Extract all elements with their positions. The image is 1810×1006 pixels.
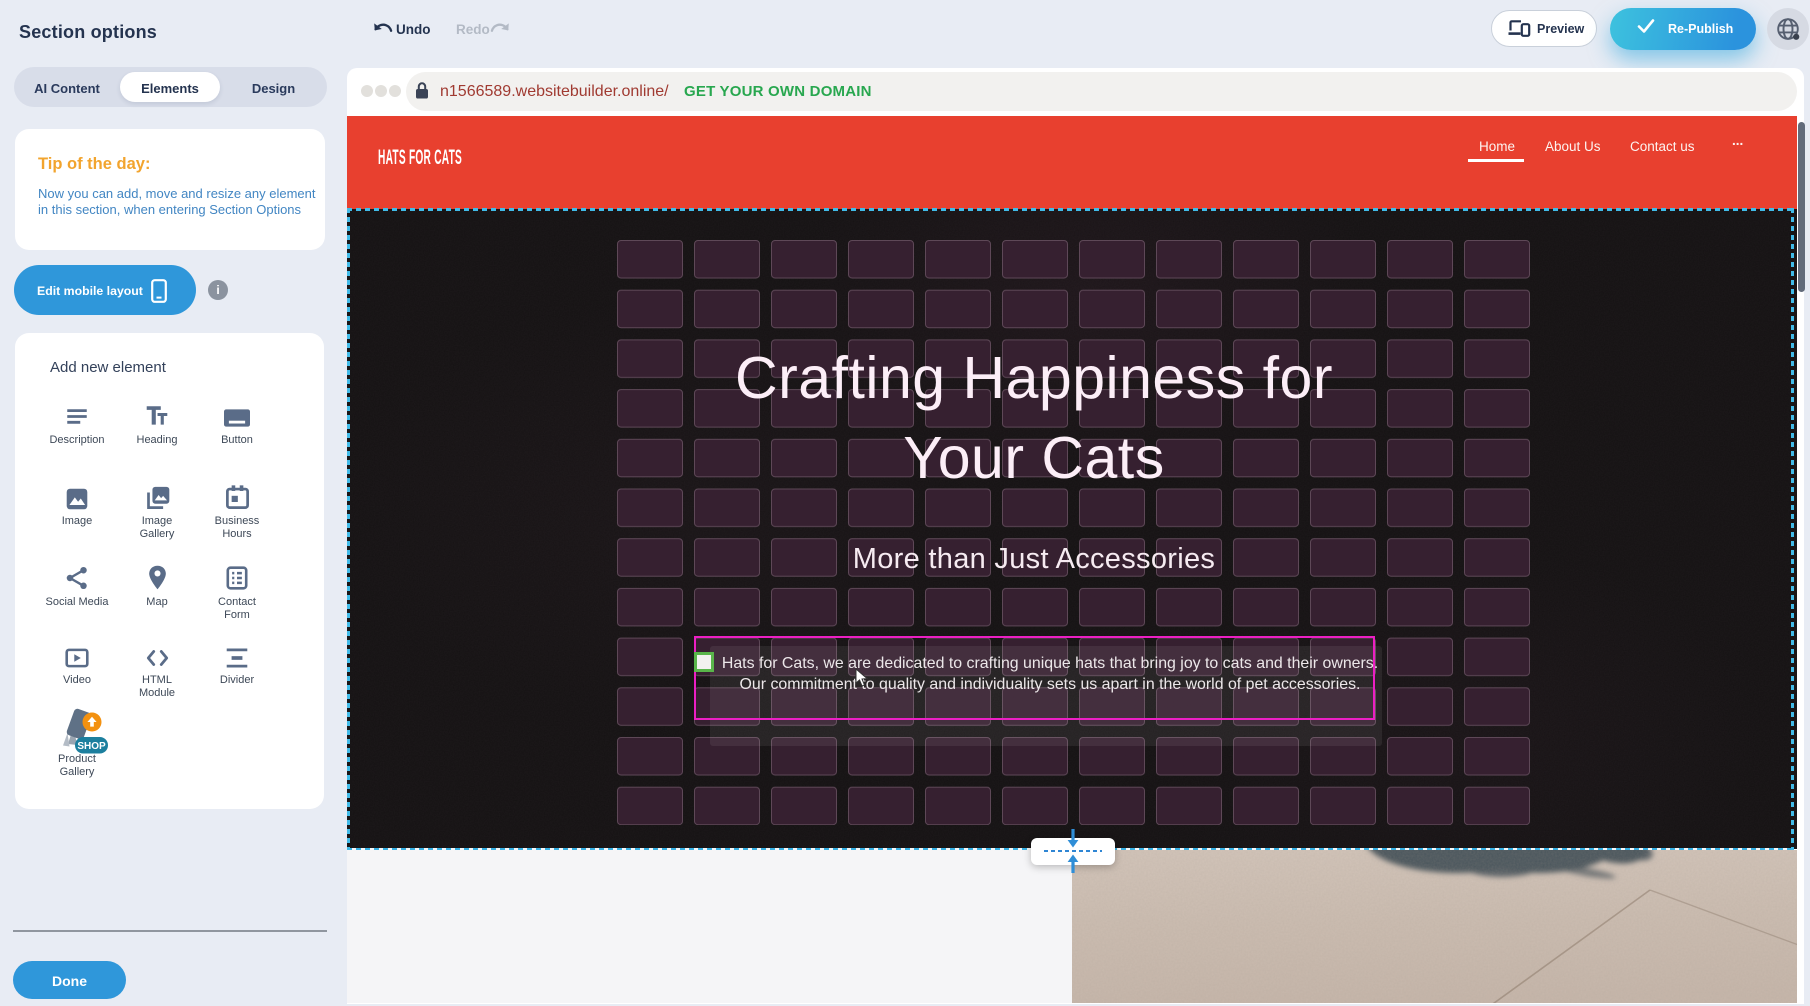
svg-text:SHOP: SHOP <box>77 741 106 752</box>
